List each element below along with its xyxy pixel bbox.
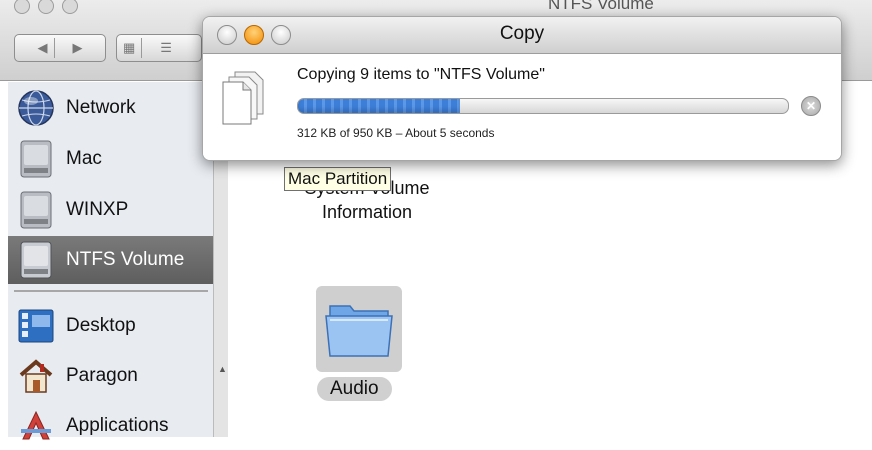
applications-icon — [16, 406, 56, 446]
sidebar-item-paragon[interactable]: Paragon — [8, 352, 213, 400]
stop-x-icon: ✕ — [805, 99, 817, 113]
finder-close-button[interactable] — [14, 0, 30, 14]
dialog-body: Copying 9 items to "NTFS Volume" ✕ 312 K… — [203, 54, 841, 160]
finder-sidebar: Network Mac WINXP NTFS Volume Desktop Pa… — [8, 82, 214, 440]
finder-minimize-button[interactable] — [38, 0, 54, 14]
folder-audio[interactable] — [316, 286, 402, 372]
folder-icon — [325, 305, 393, 357]
back-arrow-icon[interactable]: ◀ — [32, 40, 54, 56]
finder-window-controls — [14, 0, 78, 14]
home-icon — [16, 356, 56, 396]
list-view-icon[interactable]: ☰ — [154, 40, 178, 56]
icon-view-icon[interactable]: ▦ — [117, 40, 141, 56]
sidebar-item-label: Mac — [66, 148, 102, 169]
hard-drive-icon — [16, 139, 56, 179]
sidebar-item-label: WINXP — [66, 199, 129, 220]
back-forward-buttons[interactable]: ◀ ▶ — [14, 34, 106, 62]
resize-arrow-icon: ▲ — [218, 364, 227, 374]
sidebar-item-label: Desktop — [66, 315, 136, 336]
hard-drive-icon — [16, 190, 56, 230]
copy-message: Copying 9 items to "NTFS Volume" — [297, 66, 545, 83]
documents-icon — [219, 68, 271, 128]
sidebar-item-network[interactable]: Network — [8, 84, 213, 132]
sidebar-item-ntfs-volume[interactable]: NTFS Volume — [8, 236, 213, 284]
desktop-icon — [16, 306, 56, 346]
copy-progress-bar — [297, 98, 789, 114]
finder-window-title: NTFS Volume — [548, 0, 654, 13]
dialog-title: Copy — [499, 23, 545, 44]
copy-progress-dialog: Copy Copying 9 items to "NTFS Volume" ✕ … — [202, 16, 842, 161]
copy-status: 312 KB of 950 KB – About 5 seconds — [297, 126, 495, 140]
sidebar-item-mac[interactable]: Mac — [8, 135, 213, 183]
view-mode-buttons[interactable]: ▦ ☰ — [116, 34, 202, 62]
sidebar-item-label: Applications — [66, 415, 169, 436]
finder-zoom-button[interactable] — [62, 0, 78, 14]
tooltip: Mac Partition — [284, 167, 392, 191]
sidebar-item-applications[interactable]: Applications — [8, 402, 213, 450]
sidebar-item-label: NTFS Volume — [66, 249, 185, 270]
sidebar-item-winxp[interactable]: WINXP — [8, 186, 213, 234]
folder-label-audio[interactable]: Audio — [317, 377, 392, 401]
dialog-titlebar[interactable]: Copy — [203, 17, 841, 54]
forward-arrow-icon[interactable]: ▶ — [67, 40, 89, 56]
sidebar-item-label: Network — [66, 97, 136, 118]
sidebar-item-desktop[interactable]: Desktop — [8, 302, 213, 350]
stop-copy-button[interactable]: ✕ — [801, 96, 821, 116]
network-globe-icon — [16, 88, 56, 128]
copy-progress-fill — [298, 99, 460, 113]
sidebar-divider — [14, 290, 208, 292]
sidebar-item-label: Paragon — [66, 365, 138, 386]
hard-drive-icon — [16, 240, 56, 280]
